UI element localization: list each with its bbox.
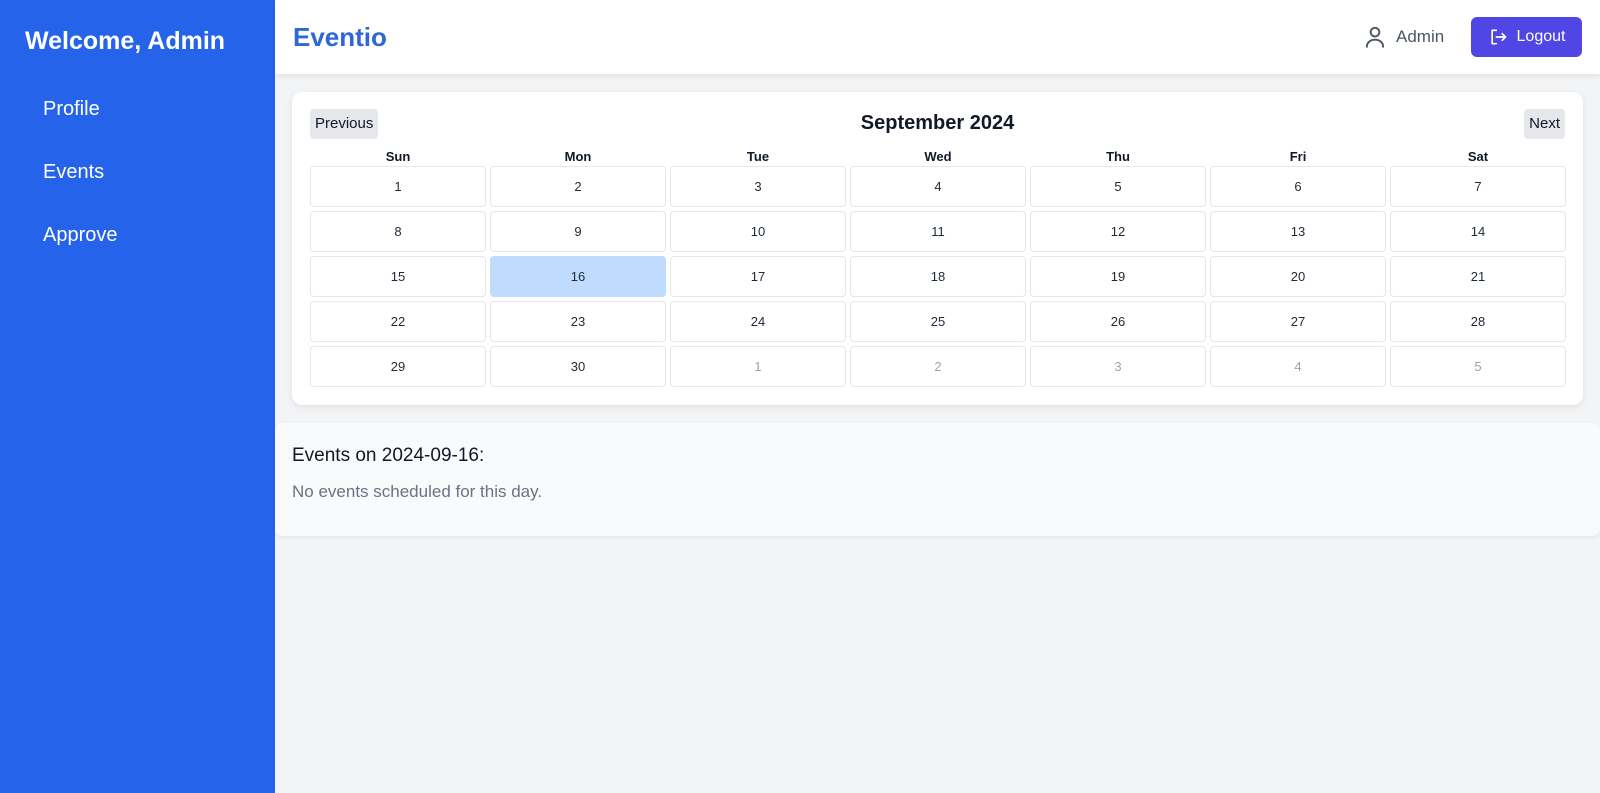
weekday-header: Sun Mon Tue Wed Thu Fri Sat — [310, 149, 1566, 164]
calendar-day[interactable]: 10 — [670, 211, 846, 252]
calendar-day[interactable]: 9 — [490, 211, 666, 252]
calendar-day[interactable]: 1 — [310, 166, 486, 207]
weekday-label: Sun — [385, 149, 411, 164]
calendar-day[interactable]: 7 — [1390, 166, 1566, 207]
calendar-day-next-month[interactable]: 4 — [1210, 346, 1386, 387]
next-month-button[interactable]: Next — [1524, 109, 1565, 139]
weekday-label: Thu — [1106, 149, 1130, 164]
calendar-day-next-month[interactable]: 5 — [1390, 346, 1566, 387]
calendar-day[interactable]: 17 — [670, 256, 846, 297]
calendar-day[interactable]: 21 — [1390, 256, 1566, 297]
calendar-day[interactable]: 29 — [310, 346, 486, 387]
sidebar-title: Welcome, Admin — [25, 27, 226, 55]
user-menu[interactable]: Admin — [1362, 24, 1444, 50]
top-header: Eventio Admin Logout — [275, 0, 1600, 74]
sidebar: Welcome, Admin Profile Events Approve — [0, 0, 275, 793]
logout-icon — [1488, 27, 1508, 47]
calendar-day[interactable]: 12 — [1030, 211, 1206, 252]
calendar-day[interactable]: 13 — [1210, 211, 1386, 252]
weekday-label: Wed — [924, 149, 952, 164]
calendar-day-selected[interactable]: 16 — [490, 256, 666, 297]
logout-label: Logout — [1516, 28, 1566, 45]
sidebar-item-approve[interactable]: Approve — [43, 224, 118, 247]
calendar-day[interactable]: 30 — [490, 346, 666, 387]
calendar-day[interactable]: 3 — [670, 166, 846, 207]
calendar-day-next-month[interactable]: 1 — [670, 346, 846, 387]
logout-button[interactable]: Logout — [1471, 17, 1582, 57]
weekday-label: Mon — [564, 149, 592, 164]
sidebar-item-events[interactable]: Events — [43, 161, 104, 184]
calendar-day[interactable]: 20 — [1210, 256, 1386, 297]
calendar-day[interactable]: 24 — [670, 301, 846, 342]
calendar-day[interactable]: 22 — [310, 301, 486, 342]
calendar-day[interactable]: 11 — [850, 211, 1026, 252]
calendar-day[interactable]: 26 — [1030, 301, 1206, 342]
events-panel: Events on 2024-09-16: No events schedule… — [275, 423, 1600, 536]
calendar-grid: 1 2 3 4 5 6 7 8 9 10 11 12 13 14 15 16 1… — [310, 166, 1566, 387]
calendar-day[interactable]: 2 — [490, 166, 666, 207]
calendar-day[interactable]: 14 — [1390, 211, 1566, 252]
calendar-day[interactable]: 8 — [310, 211, 486, 252]
month-title: September 2024 — [860, 112, 1015, 134]
calendar-day-next-month[interactable]: 2 — [850, 346, 1026, 387]
events-heading: Events on 2024-09-16: — [292, 445, 485, 466]
calendar-day[interactable]: 25 — [850, 301, 1026, 342]
calendar-day[interactable]: 28 — [1390, 301, 1566, 342]
calendar-day[interactable]: 4 — [850, 166, 1026, 207]
weekday-label: Tue — [746, 149, 770, 164]
user-name: Admin — [1396, 27, 1445, 46]
weekday-label: Sat — [1467, 149, 1489, 164]
empty-events-message: No events scheduled for this day. — [292, 482, 543, 501]
sidebar-item-profile[interactable]: Profile — [43, 98, 100, 121]
calendar-day[interactable]: 5 — [1030, 166, 1206, 207]
calendar-day[interactable]: 18 — [850, 256, 1026, 297]
brand-logo[interactable]: Eventio — [293, 22, 387, 53]
calendar-day[interactable]: 19 — [1030, 256, 1206, 297]
user-icon — [1362, 24, 1388, 50]
calendar: Previous September 2024 Next Sun Mon Tue… — [292, 92, 1583, 405]
calendar-day[interactable]: 23 — [490, 301, 666, 342]
calendar-day[interactable]: 15 — [310, 256, 486, 297]
weekday-label: Fri — [1289, 149, 1307, 164]
calendar-day[interactable]: 27 — [1210, 301, 1386, 342]
calendar-day-next-month[interactable]: 3 — [1030, 346, 1206, 387]
calendar-day[interactable]: 6 — [1210, 166, 1386, 207]
